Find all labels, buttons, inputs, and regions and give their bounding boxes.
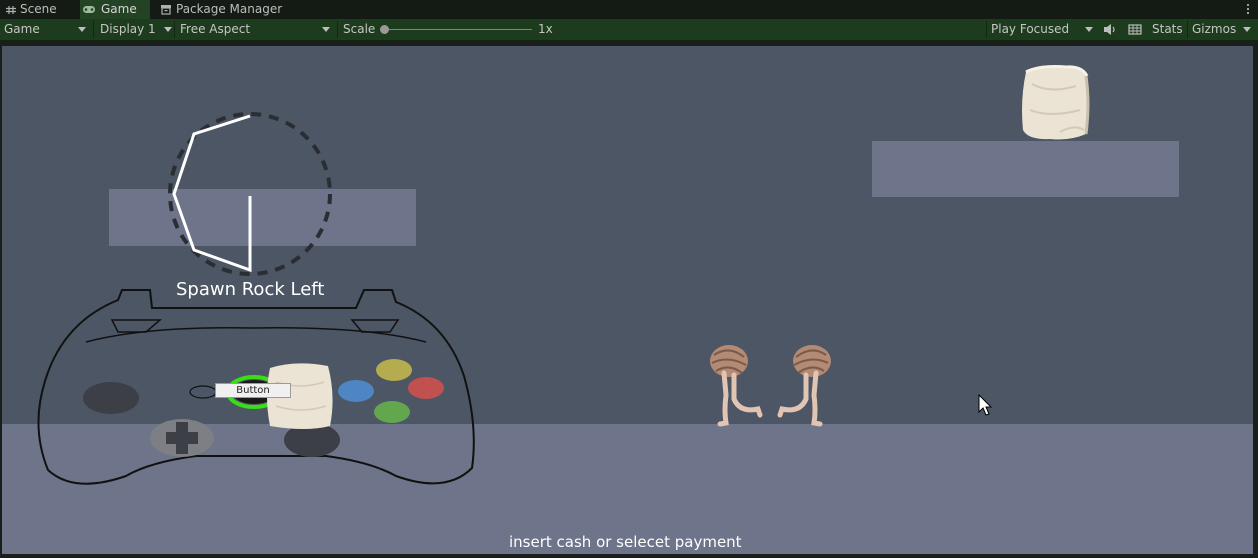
scale-label: Scale (343, 22, 376, 36)
toolbar-divider (986, 21, 987, 38)
aspect-dropdown[interactable]: Free Aspect (180, 19, 332, 40)
platform-right (872, 141, 1179, 197)
play-mode-dropdown[interactable]: Play Focused (991, 19, 1093, 40)
face-button-b (408, 377, 444, 399)
tab-scene[interactable]: Scene (4, 0, 70, 19)
scale-slider[interactable] (380, 19, 534, 40)
tab-bar: Scene Game Package Manager (0, 0, 1258, 19)
gamepad-icon (80, 0, 95, 19)
stats-icon[interactable] (1127, 19, 1143, 40)
chevron-down-icon (78, 27, 86, 32)
face-button-y (376, 359, 412, 381)
toolbar-divider (174, 21, 175, 38)
chevron-down-icon (322, 27, 330, 32)
toolbar-divider (1187, 21, 1188, 38)
toolbar-divider (93, 21, 94, 38)
game-toolbar: Game Display 1 Free Aspect Scale 1x Play… (0, 19, 1258, 41)
left-stick (83, 382, 139, 414)
toolbar-divider (337, 21, 338, 38)
rock (1022, 65, 1090, 140)
spawn-timer-ring (168, 112, 332, 276)
back-button (189, 385, 217, 399)
character-left (710, 345, 763, 427)
stats-button[interactable]: Stats (1152, 19, 1183, 40)
package-icon (158, 0, 172, 19)
slider-track (384, 29, 532, 30)
face-button-x (338, 380, 374, 402)
controller-button[interactable]: Button (215, 383, 291, 398)
mouse-cursor-icon (978, 394, 993, 416)
scale-value: 1x (538, 22, 553, 36)
tab-package-manager[interactable]: Package Manager (158, 0, 288, 19)
kebab-menu-icon[interactable] (1244, 0, 1252, 19)
face-button-a (374, 401, 410, 423)
slider-handle[interactable] (380, 25, 389, 34)
game-view-dropdown[interactable]: Game (4, 19, 90, 40)
payment-prompt: insert cash or selecet payment (509, 533, 742, 551)
audio-icon[interactable] (1102, 19, 1118, 40)
gizmos-dropdown[interactable]: Gizmos (1192, 19, 1254, 40)
display-dropdown[interactable]: Display 1 (100, 19, 172, 40)
tab-game[interactable]: Game (80, 0, 150, 19)
chevron-down-icon (1085, 27, 1093, 32)
chevron-down-icon (1243, 27, 1251, 32)
character-right (777, 345, 831, 427)
game-viewport[interactable]: Spawn Rock Left Button insert cash or se… (2, 46, 1253, 554)
chevron-down-icon (164, 27, 172, 32)
grid-icon (4, 0, 18, 19)
